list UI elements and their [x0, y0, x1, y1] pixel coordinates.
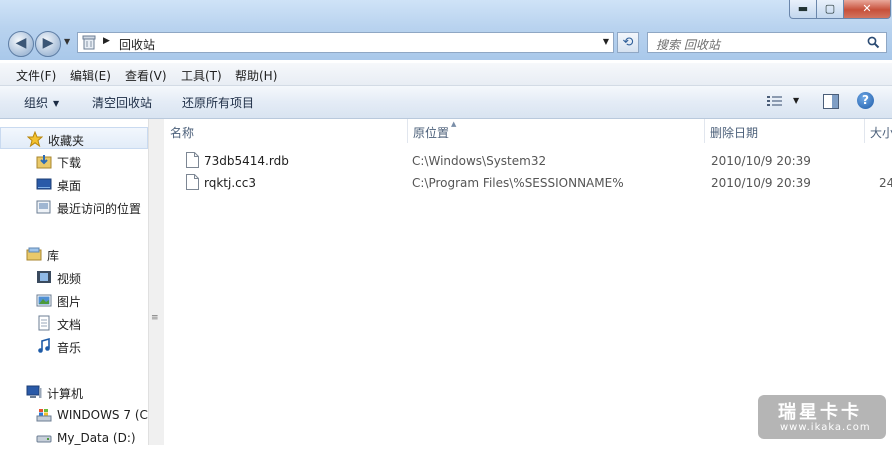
sidebar-item-videos[interactable]: 视频 [0, 266, 148, 288]
search-placeholder: 搜索 回收站 [656, 38, 720, 52]
watermark-title: 瑞星卡卡 [778, 402, 862, 423]
sidebar-item-label: 桌面 [57, 179, 82, 193]
table-row[interactable]: rqktj.cc3 C:\Program Files\%SESSIONNAME%… [164, 172, 892, 194]
column-header-size[interactable]: 大小 [864, 119, 892, 143]
menu-help[interactable]: 帮助(H) [235, 67, 277, 84]
address-bar[interactable]: ▶ 回收站 ▼ [77, 32, 614, 53]
sidebar-item-label: 最近访问的位置 [57, 202, 142, 216]
history-dropdown-icon[interactable]: ▼ [64, 37, 70, 46]
navigation-pane: 收藏夹 下载 桌面 最近访问的位置 库 视频 图片 文档 音乐 计算机 WIND… [0, 119, 148, 445]
desktop-icon [36, 178, 52, 190]
sidebar-item-documents[interactable]: 文档 [0, 312, 148, 334]
hard-drive-icon [36, 435, 52, 443]
menu-file[interactable]: 文件(F) [16, 67, 56, 84]
menu-bar: 文件(F) 编辑(E) 查看(V) 工具(T) 帮助(H) [0, 63, 892, 86]
empty-recycle-bin-button[interactable]: 清空回收站 [92, 94, 152, 111]
minimize-button[interactable]: ▬ [789, 0, 817, 19]
preview-pane-icon[interactable] [823, 94, 839, 109]
downloads-icon [36, 155, 52, 169]
sidebar-item-label: 计算机 [47, 387, 84, 401]
documents-icon [38, 315, 50, 331]
sidebar-item-favorites[interactable]: 收藏夹 [0, 127, 148, 149]
file-icon [186, 174, 199, 190]
sidebar-item-label: WINDOWS 7 (C [57, 408, 148, 422]
menu-view[interactable]: 查看(V) [125, 67, 167, 84]
command-bar: 组织 ▼ 清空回收站 还原所有项目 ▼ ? [0, 86, 892, 119]
music-icon [38, 338, 50, 353]
restore-all-button[interactable]: 还原所有项目 [182, 94, 254, 111]
title-bar: ▬ ▢ ✕ ◀ ▶ ▼ ▶ 回收站 ▼ ⟲ 搜索 回收站 [0, 0, 892, 60]
file-name: rqktj.cc3 [204, 176, 256, 190]
back-button[interactable]: ◀ [8, 31, 34, 57]
sidebar-item-drive-c[interactable]: WINDOWS 7 (C [0, 404, 148, 426]
forward-button[interactable]: ▶ [35, 31, 61, 57]
sidebar-item-music[interactable]: 音乐 [0, 335, 148, 357]
search-input[interactable]: 搜索 回收站 [647, 32, 887, 53]
sidebar-item-libraries[interactable]: 库 [0, 243, 148, 265]
sidebar-item-label: 收藏夹 [48, 134, 85, 148]
sidebar-item-label: 视频 [57, 272, 82, 286]
video-icon [37, 271, 51, 283]
view-dropdown-icon[interactable]: ▼ [793, 96, 799, 105]
sidebar-item-desktop[interactable]: 桌面 [0, 173, 148, 195]
sidebar-item-label: 图片 [57, 295, 82, 309]
sidebar-item-label: 文档 [57, 318, 82, 332]
sidebar-item-downloads[interactable]: 下载 [0, 150, 148, 172]
column-header-name[interactable]: 名称 [164, 119, 408, 143]
file-size: 24 [879, 176, 892, 190]
file-location: C:\Windows\System32 [412, 154, 547, 168]
sidebar-item-label: 库 [47, 249, 60, 263]
windows-drive-icon [36, 409, 52, 422]
sidebar-item-pictures[interactable]: 图片 [0, 289, 148, 311]
sidebar-item-label: 下载 [57, 156, 82, 170]
address-dropdown-icon[interactable]: ▼ [603, 37, 609, 46]
scrollbar-grip[interactable]: ≡ [151, 313, 158, 323]
search-icon[interactable] [867, 36, 880, 49]
help-button[interactable]: ? [857, 92, 874, 109]
breadcrumb-separator-icon[interactable]: ▶ [103, 36, 110, 46]
menu-tools[interactable]: 工具(T) [181, 67, 222, 84]
file-deleted-date: 2010/10/9 20:39 [711, 154, 811, 168]
watermark-logo: 瑞星卡卡 www.ikaka.com [758, 395, 886, 439]
libraries-icon [26, 247, 42, 261]
recent-places-icon [36, 200, 51, 214]
navigation-scrollbar[interactable]: ≡ [148, 119, 164, 445]
file-name: 73db5414.rdb [204, 154, 289, 168]
breadcrumb[interactable]: 回收站 [119, 36, 155, 53]
sidebar-item-drive-d[interactable]: My_Data (D:) [0, 427, 148, 449]
file-location: C:\Program Files\%SESSIONNAME% [412, 176, 624, 190]
view-options-icon[interactable] [767, 95, 783, 108]
pictures-icon [36, 294, 52, 307]
sidebar-item-recent-places[interactable]: 最近访问的位置 [0, 196, 148, 218]
sidebar-item-label: My_Data (D:) [57, 431, 136, 445]
computer-icon [26, 385, 42, 398]
column-header-location[interactable]: 原位置 [407, 119, 705, 143]
sidebar-item-label: 音乐 [57, 341, 82, 355]
file-icon [186, 152, 199, 168]
table-row[interactable]: 73db5414.rdb C:\Windows\System32 2010/10… [164, 150, 892, 172]
chevron-down-icon: ▼ [53, 99, 60, 108]
recycle-bin-icon [82, 35, 96, 50]
maximize-button[interactable]: ▢ [816, 0, 844, 19]
close-button[interactable]: ✕ [843, 0, 891, 19]
menu-edit[interactable]: 编辑(E) [70, 67, 111, 84]
watermark-url: www.ikaka.com [780, 422, 871, 433]
file-deleted-date: 2010/10/9 20:39 [711, 176, 811, 190]
sidebar-item-computer[interactable]: 计算机 [0, 381, 148, 403]
star-icon [27, 131, 43, 147]
refresh-button[interactable]: ⟲ [617, 32, 639, 53]
organize-button[interactable]: 组织 ▼ [24, 94, 59, 111]
column-header-deleted-date[interactable]: 删除日期 [704, 119, 865, 143]
